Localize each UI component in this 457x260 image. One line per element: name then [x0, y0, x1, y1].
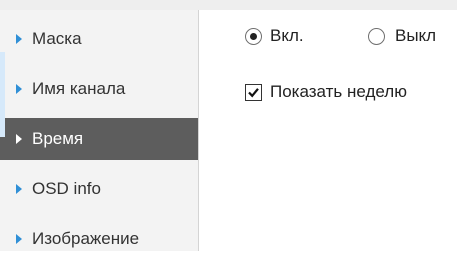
settings-sidebar: Маска Имя канала Время OSD info Изображе… — [0, 10, 198, 251]
sidebar-edge-highlight — [0, 52, 5, 137]
show-week-label: Показать неделю — [270, 82, 407, 101]
sidebar-item-image[interactable]: Изображение — [0, 218, 198, 260]
top-strip — [0, 0, 457, 10]
arrow-right-icon — [16, 184, 22, 194]
arrow-right-icon — [16, 234, 22, 244]
checkmark-icon — [248, 88, 259, 98]
sidebar-item-label: OSD info — [32, 179, 101, 198]
radio-selected-dot — [250, 33, 257, 40]
sidebar-item-osd-info[interactable]: OSD info — [0, 168, 198, 210]
sidebar-item-mask[interactable]: Маска — [0, 18, 198, 60]
arrow-right-icon — [16, 34, 22, 44]
sidebar-item-label: Изображение — [32, 229, 140, 248]
sidebar-item-label: Имя канала — [32, 79, 126, 98]
display-off-radio[interactable] — [368, 28, 385, 45]
arrow-right-icon — [16, 134, 22, 144]
sidebar-item-time[interactable]: Время — [0, 118, 198, 160]
display-on-label: Вкл. — [270, 26, 304, 45]
time-settings-panel: Вкл. Выкл Показать неделю — [199, 10, 457, 251]
sidebar-item-label: Время — [32, 129, 84, 148]
sidebar-item-label: Маска — [32, 29, 82, 48]
arrow-right-icon — [16, 84, 22, 94]
show-week-checkbox[interactable] — [245, 84, 262, 101]
sidebar-item-channel-name[interactable]: Имя канала — [0, 68, 198, 110]
display-on-radio[interactable] — [245, 28, 262, 45]
display-off-label: Выкл — [395, 26, 437, 45]
